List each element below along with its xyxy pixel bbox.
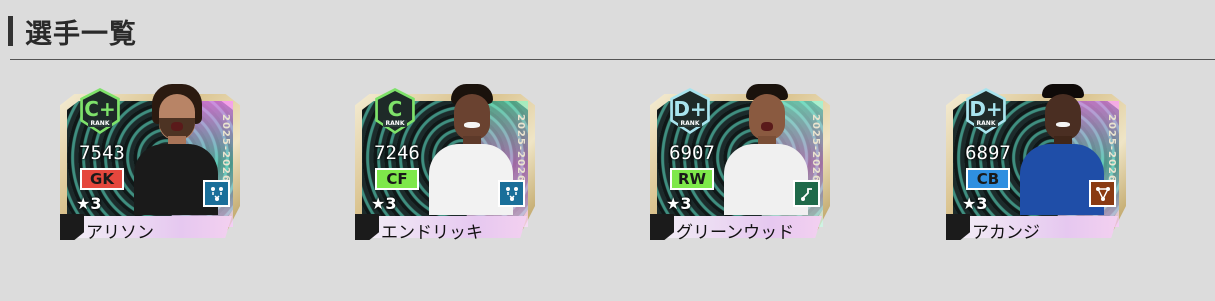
rank-label: RANK xyxy=(382,120,408,127)
rating-value: 6907 xyxy=(669,142,715,164)
rating-value: 7246 xyxy=(374,142,420,164)
header-accent-bar xyxy=(8,16,13,46)
position-badge: CF xyxy=(375,168,419,190)
position-badge: GK xyxy=(80,168,124,190)
network-orange-icon xyxy=(1089,180,1116,207)
star-level: ★3 xyxy=(76,194,102,213)
star-level: ★3 xyxy=(962,194,988,213)
rank-letter: D+ xyxy=(969,97,1003,121)
tactics-blue-icon xyxy=(203,180,230,207)
player-card-endrick[interactable]: 2025-2026 C RANK 7246 CF ★3 エンドリッキ xyxy=(355,84,537,243)
player-card-alisson[interactable]: 2025-2026 C+ RANK 7543 GK ★3 アリソン xyxy=(60,84,242,243)
player-name: アカンジ xyxy=(972,223,1040,243)
rank-letter: D+ xyxy=(673,97,707,121)
header-divider xyxy=(10,59,1215,60)
winger-green-icon xyxy=(793,180,820,207)
rating-value: 7543 xyxy=(79,142,125,164)
rank-letter: C+ xyxy=(84,97,116,121)
season-label: 2025-2026 xyxy=(220,114,231,183)
position-badge: RW xyxy=(670,168,714,190)
rank-label: RANK xyxy=(677,120,703,127)
season-label: 2025-2026 xyxy=(515,114,526,183)
page-title: 選手一覧 xyxy=(25,18,137,50)
position-badge: CB xyxy=(966,168,1010,190)
rank-letter: C xyxy=(387,97,403,121)
section-header: 選手一覧 xyxy=(8,14,137,50)
player-name: エンドリッキ xyxy=(381,223,483,243)
tactics-blue-icon xyxy=(498,180,525,207)
rank-label: RANK xyxy=(87,120,113,127)
player-card-akanji[interactable]: 2025-2026 D+ RANK 6897 CB ★3 アカンジ xyxy=(946,84,1128,243)
season-label: 2025-2026 xyxy=(1106,114,1117,183)
player-card-greenwood[interactable]: 2025-2026 D+ RANK 6907 RW ★3 グリーンウッド xyxy=(650,84,832,243)
player-name: グリーンウッド xyxy=(676,223,795,243)
season-label: 2025-2026 xyxy=(810,114,821,183)
rank-label: RANK xyxy=(973,120,999,127)
player-name: アリソン xyxy=(86,223,154,243)
rating-value: 6897 xyxy=(965,142,1011,164)
star-level: ★3 xyxy=(666,194,692,213)
star-level: ★3 xyxy=(371,194,397,213)
